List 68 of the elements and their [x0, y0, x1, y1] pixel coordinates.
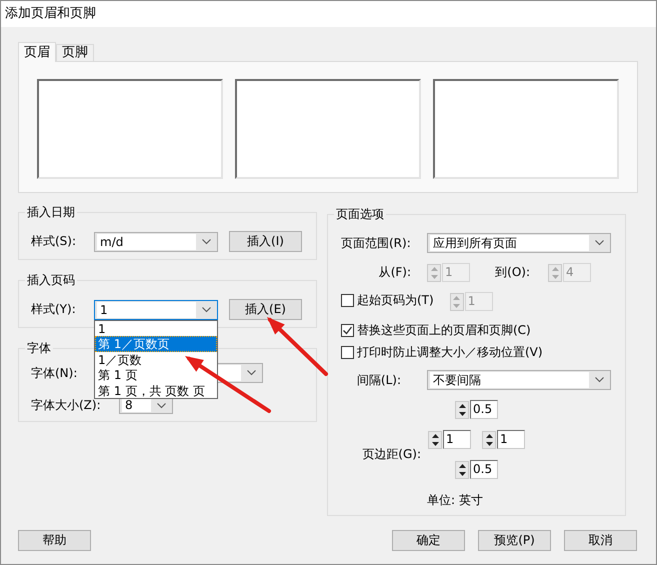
field-label: 页面范围(R): [341, 234, 412, 252]
window-title: 添加页眉和页脚 [1, 1, 656, 27]
number-field[interactable]: 0.5 [470, 400, 498, 419]
field-label: 样式(Y): [31, 301, 77, 318]
checkbox[interactable] [341, 324, 354, 336]
tab[interactable]: 页眉 [18, 42, 56, 62]
group-title: 字体 [25, 340, 53, 356]
chevron-down-icon [247, 370, 256, 376]
dropdown-option[interactable]: 第 1／页数页 [95, 336, 217, 352]
chevron-down-icon [202, 306, 211, 312]
number-field[interactable]: 1 [497, 430, 525, 449]
field-label: 样式(S): [31, 233, 78, 250]
down-arrow-icon [458, 472, 466, 476]
field-label: 页边距(G): [361, 446, 421, 463]
chevron-down-icon [595, 377, 604, 383]
insert-button[interactable]: 插入(I) [229, 231, 302, 252]
up-arrow-icon [458, 464, 466, 468]
dialog-button[interactable]: 预览(P) [478, 530, 551, 551]
down-arrow-icon [486, 442, 492, 446]
checkbox[interactable] [341, 346, 354, 358]
field-label: 从(F): [378, 264, 411, 281]
center-section-field[interactable] [235, 79, 421, 179]
dialog-button[interactable]: 确定 [392, 530, 465, 551]
right-section-field[interactable] [433, 79, 619, 179]
left-section-field[interactable] [37, 79, 223, 179]
up-arrow-icon [430, 266, 438, 270]
chevron-down-icon [157, 402, 166, 408]
up-arrow-icon [552, 266, 558, 270]
dropdown-option[interactable]: 1 [95, 320, 217, 336]
down-arrow-icon [453, 304, 460, 308]
spinner-buttons[interactable] [482, 430, 496, 448]
down-arrow-icon [432, 442, 438, 446]
unit-label: 单位: 英寸 [427, 492, 483, 509]
number-field[interactable]: 0.5 [470, 460, 498, 479]
up-arrow-icon [453, 296, 460, 300]
group-title: 页面选项 [334, 206, 386, 222]
field-label: 字体(N): [31, 364, 78, 382]
down-arrow-icon [552, 274, 558, 278]
group-title: 插入日期 [25, 204, 77, 220]
dropdown-option[interactable]: 第 1 页，共 页数 页 [95, 382, 217, 398]
field-label: 到(O): [494, 264, 530, 281]
dialog-button[interactable]: 帮助 [18, 530, 91, 551]
checkbox-label: 起始页码为(T) [357, 292, 434, 308]
insert-button[interactable]: 插入(E) [229, 299, 302, 320]
style-dropdown[interactable]: m/d [94, 232, 218, 252]
up-arrow-icon [486, 434, 492, 438]
group-title: 插入页码 [25, 272, 77, 288]
field-label: 字体大小(Z): [31, 397, 102, 414]
checkbox-label: 打印时防止调整大小／移动位置(V) [357, 344, 543, 360]
chevron-down-icon [202, 238, 211, 244]
page-range-dropdown[interactable]: 应用到所有页面 [427, 233, 611, 253]
dialog-button[interactable]: 取消 [564, 530, 637, 551]
dropdown-option[interactable]: 第 1 页 [95, 367, 217, 383]
spinner-buttons[interactable] [455, 460, 469, 478]
down-arrow-icon [458, 412, 466, 416]
spinner-buttons[interactable] [455, 400, 469, 418]
dropdown-option[interactable]: 1／页数 [95, 352, 217, 368]
spacing-dropdown[interactable]: 不要间隔 [427, 370, 611, 390]
up-arrow-icon [458, 404, 466, 408]
field-label: 间隔(L): [356, 372, 401, 388]
tab[interactable]: 页脚 [56, 44, 94, 61]
style-dropdown[interactable]: 1 [94, 300, 218, 320]
down-arrow-icon [430, 274, 438, 278]
chevron-down-icon [595, 240, 604, 246]
number-field[interactable]: 1 [443, 430, 471, 449]
spinner-buttons[interactable] [428, 430, 442, 448]
checkbox-label: 替换这些页面上的页眉和页脚(C) [357, 322, 531, 338]
up-arrow-icon [432, 434, 438, 438]
